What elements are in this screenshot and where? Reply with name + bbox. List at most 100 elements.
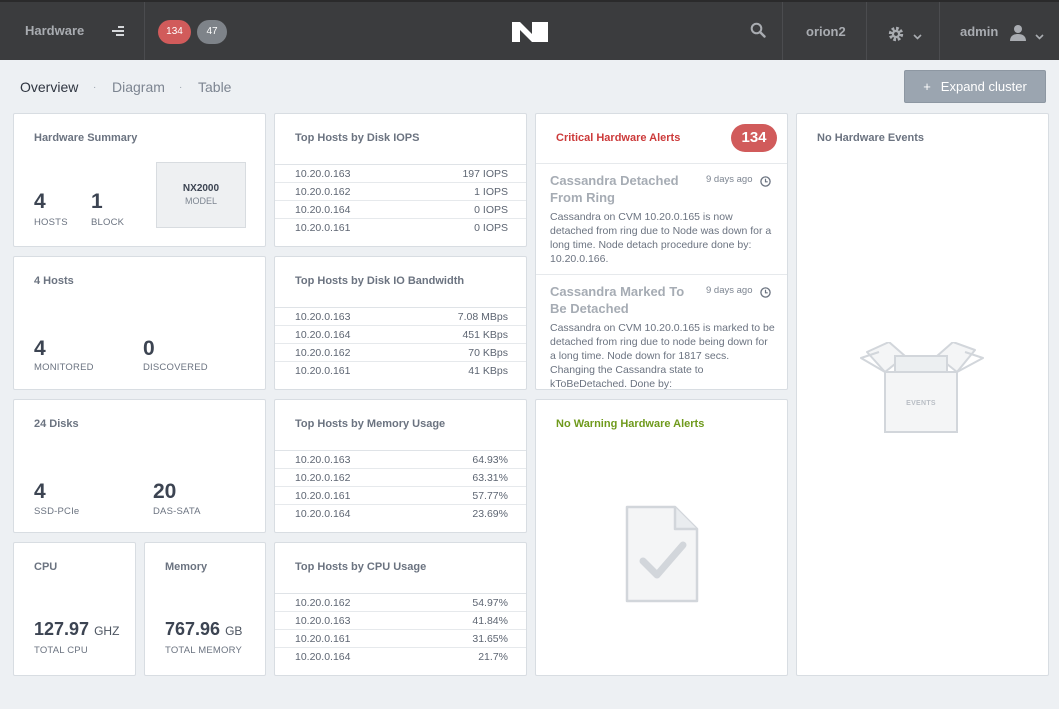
table-row[interactable]: 10.20.0.161 57.77%	[275, 487, 526, 505]
hosts-count: 4	[34, 190, 46, 213]
clock-icon	[760, 174, 771, 192]
critical-alerts-card: Critical Hardware Alerts 134 Cassandra D…	[535, 113, 788, 390]
hardware-summary-card: Hardware Summary 4 HOSTS 1 BLOCK NX2000 …	[13, 113, 266, 247]
hardware-events-card: No Hardware Events EVENTS	[796, 113, 1049, 676]
warning-alert-pill[interactable]: 47	[197, 20, 227, 44]
menu-icon[interactable]	[112, 26, 124, 36]
expand-cluster-label: Expand cluster	[940, 79, 1027, 94]
card-title: Memory	[165, 561, 208, 573]
alert-time: 9 days ago	[706, 174, 753, 185]
cpu-card[interactable]: CPU 127.97 GHZ TOTAL CPU	[13, 542, 136, 676]
ssd-count: 4	[34, 480, 46, 503]
host-ip: 10.20.0.161	[295, 222, 351, 234]
host-value: 7.08 MBps	[457, 311, 508, 323]
cluster-name[interactable]: orion2	[806, 24, 846, 39]
discovered-label: DISCOVERED	[143, 362, 208, 373]
host-value: 1 IOPS	[474, 186, 508, 198]
table-row[interactable]: 10.20.0.164 21.7%	[275, 648, 526, 666]
tab-diagram[interactable]: Diagram	[112, 79, 165, 95]
memory-card[interactable]: Memory 767.96 GB TOTAL MEMORY	[144, 542, 266, 676]
tab-table[interactable]: Table	[198, 79, 231, 95]
card-title: Hardware Summary	[34, 132, 138, 144]
alert-description: Cassandra on CVM 10.20.0.165 is marked t…	[550, 322, 775, 389]
critical-count-badge[interactable]: 134	[731, 124, 777, 152]
iops-table: 10.20.0.163 197 IOPS 10.20.0.162 1 IOPS 10…	[275, 164, 526, 237]
top-bar: Hardware 134 47 orion2 admin	[0, 0, 1059, 60]
table-row[interactable]: 10.20.0.162 1 IOPS	[275, 183, 526, 201]
user-icon[interactable]	[1010, 24, 1026, 47]
alert-item[interactable]: Cassandra Marked To Be Detached 9 days a…	[536, 274, 787, 389]
chevron-down-icon[interactable]	[1035, 27, 1044, 45]
critical-alert-pill[interactable]: 134	[158, 20, 191, 44]
host-ip: 10.20.0.164	[295, 508, 351, 520]
chevron-down-icon[interactable]	[913, 27, 922, 45]
divider	[782, 2, 783, 60]
memory-value: 767.96	[165, 619, 221, 639]
search-icon[interactable]	[750, 22, 766, 43]
alert-item[interactable]: Cassandra Detached From Ring 9 days ago …	[536, 163, 787, 275]
discovered-count: 0	[143, 337, 155, 360]
card-title: Critical Hardware Alerts	[556, 132, 681, 144]
table-row[interactable]: 10.20.0.161 41 KBps	[275, 362, 526, 380]
host-ip: 10.20.0.162	[295, 186, 351, 198]
host-value: 0 IOPS	[474, 204, 508, 216]
page-title[interactable]: Hardware	[25, 23, 84, 38]
table-row[interactable]: 10.20.0.164 0 IOPS	[275, 201, 526, 219]
block-count: 1	[91, 190, 103, 213]
host-ip: 10.20.0.163	[295, 168, 351, 180]
nutanix-logo[interactable]	[512, 22, 548, 47]
memory-label: TOTAL MEMORY	[165, 645, 243, 656]
host-value: 64.93%	[472, 454, 508, 466]
card-title: Top Hosts by CPU Usage	[295, 561, 427, 573]
tab-separator: ·	[179, 82, 183, 93]
table-row[interactable]: 10.20.0.161 31.65%	[275, 630, 526, 648]
host-ip: 10.20.0.164	[295, 204, 351, 216]
host-ip: 10.20.0.164	[295, 329, 351, 341]
table-row[interactable]: 10.20.0.164 23.69%	[275, 505, 526, 523]
host-ip: 10.20.0.164	[295, 651, 351, 663]
host-value: 23.69%	[472, 508, 508, 520]
memory-total: 767.96 GB	[165, 619, 242, 640]
table-row[interactable]: 10.20.0.162 63.31%	[275, 469, 526, 487]
host-ip: 10.20.0.161	[295, 490, 351, 502]
das-count: 20	[153, 480, 177, 503]
tab-overview[interactable]: Overview	[20, 79, 78, 95]
gear-icon[interactable]	[887, 25, 905, 48]
host-value: 0 IOPS	[474, 222, 508, 234]
top-hosts-bandwidth-card: Top Hosts by Disk IO Bandwidth 10.20.0.1…	[274, 256, 527, 390]
table-row[interactable]: 10.20.0.162 54.97%	[275, 594, 526, 612]
memory-unit: GB	[225, 624, 243, 638]
host-value: 70 KBps	[468, 347, 508, 359]
das-label: DAS-SATA	[153, 506, 201, 517]
cpu-total: 127.97 GHZ	[34, 619, 119, 640]
card-title: Top Hosts by Memory Usage	[295, 418, 446, 430]
table-row[interactable]: 10.20.0.163 197 IOPS	[275, 165, 526, 183]
cpu-table: 10.20.0.162 54.97% 10.20.0.163 41.84% 10.2…	[275, 593, 526, 666]
table-row[interactable]: 10.20.0.161 0 IOPS	[275, 219, 526, 237]
table-row[interactable]: 10.20.0.162 70 KBps	[275, 344, 526, 362]
cpu-unit: GHZ	[94, 624, 120, 638]
monitored-label: MONITORED	[34, 362, 94, 373]
divider	[939, 2, 940, 60]
alert-time: 9 days ago	[706, 285, 753, 296]
warning-alerts-card: No Warning Hardware Alerts	[535, 399, 788, 676]
host-value: 63.31%	[472, 472, 508, 484]
table-row[interactable]: 10.20.0.163 7.08 MBps	[275, 308, 526, 326]
card-title: 24 Disks	[34, 418, 79, 430]
table-row[interactable]: 10.20.0.163 41.84%	[275, 612, 526, 630]
host-ip: 10.20.0.163	[295, 454, 351, 466]
model-box[interactable]: NX2000 MODEL	[156, 162, 246, 228]
memory-table: 10.20.0.163 64.93% 10.20.0.162 63.31% 10.2…	[275, 450, 526, 523]
expand-cluster-button[interactable]: + Expand cluster	[904, 70, 1046, 103]
alert-title: Cassandra Marked To Be Detached	[550, 284, 685, 316]
block-label: BLOCK	[91, 217, 125, 228]
cpu-label: TOTAL CPU	[34, 645, 88, 656]
disks-card[interactable]: 24 Disks 4 SSD-PCIe 20 DAS-SATA	[13, 399, 266, 533]
hosts-card[interactable]: 4 Hosts 4 MONITORED 0 DISCOVERED	[13, 256, 266, 390]
table-row[interactable]: 10.20.0.164 451 KBps	[275, 326, 526, 344]
ssd-label: SSD-PCIe	[34, 506, 80, 517]
host-value: 41.84%	[472, 615, 508, 627]
table-row[interactable]: 10.20.0.163 64.93%	[275, 451, 526, 469]
user-name[interactable]: admin	[960, 24, 998, 39]
card-title: No Warning Hardware Alerts	[556, 418, 705, 430]
